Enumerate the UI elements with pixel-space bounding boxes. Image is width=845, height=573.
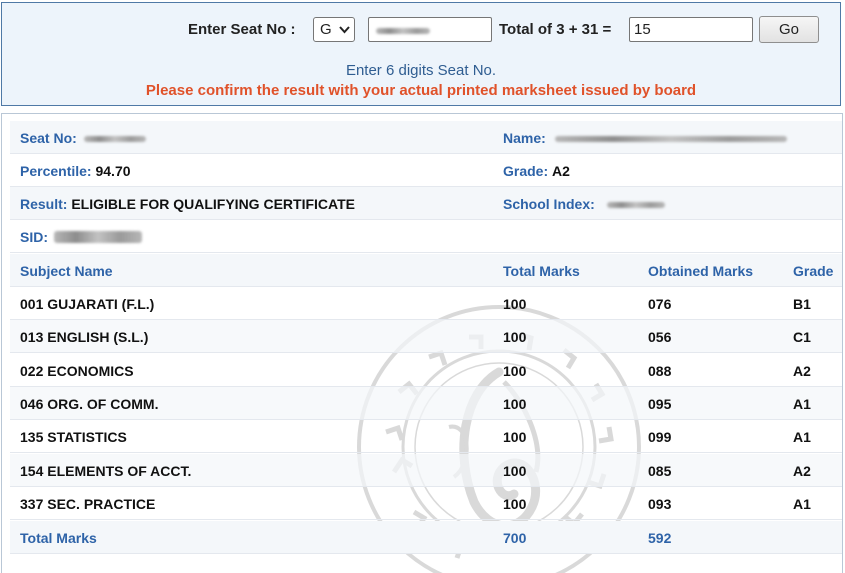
percentile-field: Percentile: 94.70 <box>20 163 131 179</box>
subject-name: 154 ELEMENTS OF ACCT. <box>20 463 192 479</box>
subject-name: 022 ECONOMICS <box>20 363 134 379</box>
table-row: 046 ORG. OF COMM. 100 095 A1 <box>10 387 842 420</box>
sid-label: SID: <box>20 229 48 245</box>
result-label: Result: <box>20 196 68 212</box>
grade-field: Grade: A2 <box>503 163 570 179</box>
info-row-sid: SID: <box>10 220 842 253</box>
header-grade: Grade <box>793 263 834 279</box>
info-row-percentile: Percentile: 94.70 Grade: A2 <box>10 154 842 187</box>
total-marks: 100 <box>503 329 527 345</box>
total-marks-sum: 700 <box>503 530 527 546</box>
total-marks: 100 <box>503 363 527 379</box>
obtained-marks: 095 <box>648 396 672 412</box>
redacted-sid <box>54 231 142 243</box>
captcha-label: Total of 3 + 31 = <box>499 21 612 38</box>
table-row: 022 ECONOMICS 100 088 A2 <box>10 354 842 387</box>
seat-number-input[interactable] <box>368 17 492 42</box>
chevron-down-icon <box>339 18 350 50</box>
info-row-result: Result: ELIGIBLE FOR QUALIFYING CERTIFIC… <box>10 187 842 220</box>
seat-number-hint: Enter 6 digits Seat No. <box>345 62 497 79</box>
percentile-value: 94.70 <box>95 163 131 179</box>
total-marks: 100 <box>503 396 527 412</box>
total-marks: 100 <box>503 496 527 512</box>
result-value: ELIGIBLE FOR QUALIFYING CERTIFICATE <box>71 196 355 212</box>
obtained-marks: 076 <box>648 296 672 312</box>
subject-name: 337 SEC. PRACTICE <box>20 496 156 512</box>
seat-series-select[interactable]: G <box>313 17 355 42</box>
table-row: 001 GUJARATI (F.L.) 100 076 B1 <box>10 287 842 320</box>
captcha-answer-input[interactable]: 15 <box>629 17 753 42</box>
subject-grade: C1 <box>793 329 811 345</box>
result-panel: Seat No: Name: Percentile: 94.70 Grade: … <box>1 113 843 573</box>
obtained-marks: 085 <box>648 463 672 479</box>
grade-label: Grade: <box>503 163 549 179</box>
search-row: Enter Seat No : G Total of 3 + 31 = 15 G… <box>2 15 840 43</box>
percentile-label: Percentile: <box>20 163 92 179</box>
redacted-seat-value <box>84 136 146 142</box>
subject-grade: A1 <box>793 429 811 445</box>
obtained-marks: 088 <box>648 363 672 379</box>
subject-name: 001 GUJARATI (F.L.) <box>20 296 155 312</box>
redacted-school-index <box>607 202 665 208</box>
obtained-marks-sum: 592 <box>648 530 672 546</box>
student-name-label: Name: <box>503 130 546 146</box>
subject-grade: A2 <box>793 463 811 479</box>
table-row: 013 ENGLISH (S.L.) 100 056 C1 <box>10 320 842 353</box>
obtained-marks: 093 <box>648 496 672 512</box>
table-row: 337 SEC. PRACTICE 100 093 A1 <box>10 487 842 520</box>
obtained-marks: 056 <box>648 329 672 345</box>
subject-grade: A2 <box>793 363 811 379</box>
subject-grade: B1 <box>793 296 811 312</box>
obtained-marks: 099 <box>648 429 672 445</box>
header-subject-name: Subject Name <box>20 263 113 279</box>
marks-table-header: Subject Name Total Marks Obtained Marks … <box>10 254 842 287</box>
school-index-label: School Index: <box>503 196 595 212</box>
redacted-student-name <box>555 136 787 142</box>
total-marks: 100 <box>503 429 527 445</box>
result-field: Result: ELIGIBLE FOR QUALIFYING CERTIFIC… <box>20 196 355 212</box>
subject-grade: A1 <box>793 496 811 512</box>
seat-number-label: Enter Seat No : <box>188 21 296 38</box>
subject-name: 135 STATISTICS <box>20 429 127 445</box>
seat-number-field-label: Seat No: <box>20 130 77 146</box>
go-button[interactable]: Go <box>759 16 819 43</box>
subject-grade: A1 <box>793 396 811 412</box>
grade-value: A2 <box>552 163 570 179</box>
info-row-seat: Seat No: Name: <box>10 121 842 154</box>
subject-name: 013 ENGLISH (S.L.) <box>20 329 149 345</box>
seat-series-value: G <box>320 21 332 38</box>
table-row: 135 STATISTICS 100 099 A1 <box>10 420 842 453</box>
subject-name: 046 ORG. OF COMM. <box>20 396 159 412</box>
search-panel: Enter Seat No : G Total of 3 + 31 = 15 G… <box>1 2 841 106</box>
total-marks-label: Total Marks <box>20 530 97 546</box>
total-marks: 100 <box>503 463 527 479</box>
header-total-marks: Total Marks <box>503 263 580 279</box>
redacted-seat-number <box>376 28 430 34</box>
total-marks-row: Total Marks 700 592 <box>10 521 842 554</box>
total-marks: 100 <box>503 296 527 312</box>
confirm-warning: Please confirm the result with your actu… <box>145 82 697 99</box>
header-obtained-marks: Obtained Marks <box>648 263 754 279</box>
table-row: 154 ELEMENTS OF ACCT. 100 085 A2 <box>10 454 842 487</box>
